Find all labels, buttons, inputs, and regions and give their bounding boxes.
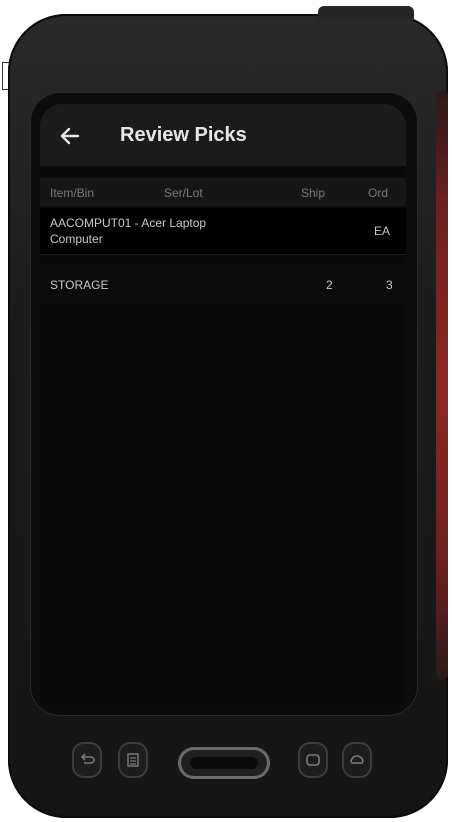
back-key-icon bbox=[80, 753, 95, 764]
recent-key-icon bbox=[350, 755, 364, 764]
table-row[interactable]: AACOMPUT01 - Acer Laptop Computer EA bbox=[40, 208, 406, 255]
app-bar: Review Picks bbox=[40, 104, 406, 166]
hardware-home-key[interactable] bbox=[298, 742, 328, 778]
column-header-ship: Ship bbox=[301, 186, 326, 200]
item-description-continued: Computer bbox=[50, 232, 103, 246]
device-side-accent bbox=[436, 90, 448, 680]
item-description: AACOMPUT01 - Acer Laptop bbox=[50, 216, 207, 230]
docking-connector bbox=[178, 747, 270, 779]
ship-qty: 2 bbox=[326, 278, 333, 292]
hardware-menu-key[interactable] bbox=[118, 742, 148, 778]
page-title: Review Picks bbox=[120, 124, 247, 146]
hardware-recent-key[interactable] bbox=[342, 742, 372, 778]
connector-slot bbox=[190, 757, 258, 769]
bin-name: STORAGE bbox=[50, 278, 109, 292]
menu-key-icon bbox=[127, 753, 139, 767]
device-top-button[interactable] bbox=[318, 6, 414, 20]
back-button[interactable] bbox=[56, 122, 84, 150]
column-header-ord: Ord bbox=[368, 186, 389, 200]
home-key-icon bbox=[306, 754, 320, 766]
arrow-left-icon bbox=[60, 127, 80, 145]
hardware-back-key[interactable] bbox=[72, 742, 102, 778]
table-header: Item/Bin Ser/Lot Ship Ord bbox=[40, 178, 406, 206]
ord-qty: 3 bbox=[386, 278, 393, 292]
device-screen: Review Picks Item/Bin Ser/Lot Ship Ord A… bbox=[40, 104, 406, 706]
uom-value: EA bbox=[374, 224, 391, 238]
column-header-item-bin: Item/Bin bbox=[50, 186, 95, 200]
table-row[interactable]: STORAGE 2 3 bbox=[40, 264, 406, 304]
column-header-ser-lot: Ser/Lot bbox=[164, 186, 203, 200]
